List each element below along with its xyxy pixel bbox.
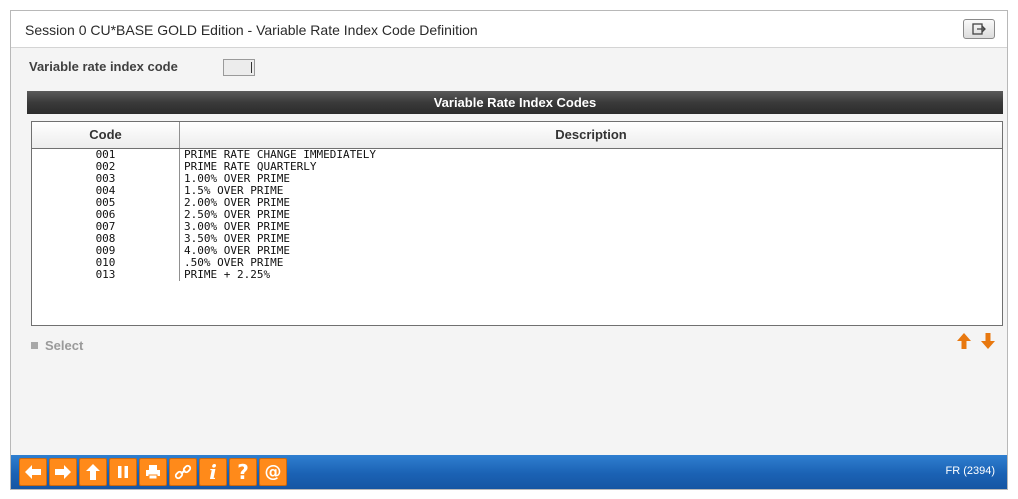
info-icon: i (209, 460, 217, 484)
column-header-description[interactable]: Description (180, 122, 1002, 148)
table-row[interactable]: 004 1.5% OVER PRIME (32, 185, 1002, 197)
print-icon (146, 465, 160, 480)
code-cell: 013 (32, 269, 180, 281)
table-row[interactable]: 005 2.00% OVER PRIME (32, 197, 1002, 209)
column-header-code[interactable]: Code (32, 122, 180, 148)
at-button[interactable]: @ (259, 458, 287, 486)
app-window: Session 0 CU*BASE GOLD Edition - Variabl… (10, 10, 1008, 490)
select-action[interactable]: Select (31, 338, 83, 353)
forward-button[interactable] (49, 458, 77, 486)
index-codes-table: Code Description 001 PRIME RATE CHANGE IM… (31, 121, 1003, 326)
pause-icon (118, 466, 128, 478)
link-button[interactable] (169, 458, 197, 486)
bullet-icon (31, 342, 38, 349)
table-body: 001 PRIME RATE CHANGE IMMEDIATELY 002 PRIME… (32, 149, 1002, 281)
back-arrow-icon (25, 465, 41, 479)
title-bar: Session 0 CU*BASE GOLD Edition - Variabl… (11, 11, 1007, 48)
at-icon: @ (264, 462, 282, 482)
table-row[interactable]: 010.50% OVER PRIME (32, 257, 1002, 269)
help-icon: ? (237, 460, 249, 484)
table-row[interactable]: 013 PRIME + 2.25% (32, 269, 1002, 281)
description-cell: PRIME + 2.25% (184, 268, 271, 281)
select-label: Select (45, 338, 84, 353)
page-down-arrow-icon[interactable] (979, 331, 997, 351)
table-row[interactable]: 001 PRIME RATE CHANGE IMMEDIATELY (32, 149, 1002, 161)
screen-code: FR (2394) (945, 465, 995, 477)
footer-toolbar: i ? @ FR (2394) (11, 455, 1007, 489)
exit-icon (972, 23, 986, 35)
table-row[interactable]: 009 4.00% OVER PRIME (32, 245, 1002, 257)
table-row[interactable]: 007 3.00% OVER PRIME (32, 221, 1002, 233)
forward-arrow-icon (55, 465, 71, 479)
pause-button[interactable] (109, 458, 137, 486)
table-row[interactable]: 008 3.50% OVER PRIME (32, 233, 1002, 245)
table-row[interactable]: 003 1.00% OVER PRIME (32, 173, 1002, 185)
table-row[interactable]: 002 PRIME RATE QUARTERLY (32, 161, 1002, 173)
print-button[interactable] (139, 458, 167, 486)
index-code-input[interactable] (223, 59, 255, 76)
table-header: Code Description (32, 122, 1002, 149)
up-arrow-icon (86, 464, 100, 480)
table-row[interactable]: 006 2.50% OVER PRIME (32, 209, 1002, 221)
exit-button[interactable] (963, 19, 995, 39)
window-title: Session 0 CU*BASE GOLD Edition - Variabl… (25, 22, 478, 38)
link-icon (174, 464, 192, 480)
info-button[interactable]: i (199, 458, 227, 486)
page-up-arrow-icon[interactable] (955, 331, 973, 351)
scroll-controls (955, 331, 999, 353)
home-button[interactable] (79, 458, 107, 486)
help-button[interactable]: ? (229, 458, 257, 486)
index-code-label: Variable rate index code (29, 59, 178, 74)
panel-title: Variable Rate Index Codes (27, 91, 1003, 114)
back-button[interactable] (19, 458, 47, 486)
